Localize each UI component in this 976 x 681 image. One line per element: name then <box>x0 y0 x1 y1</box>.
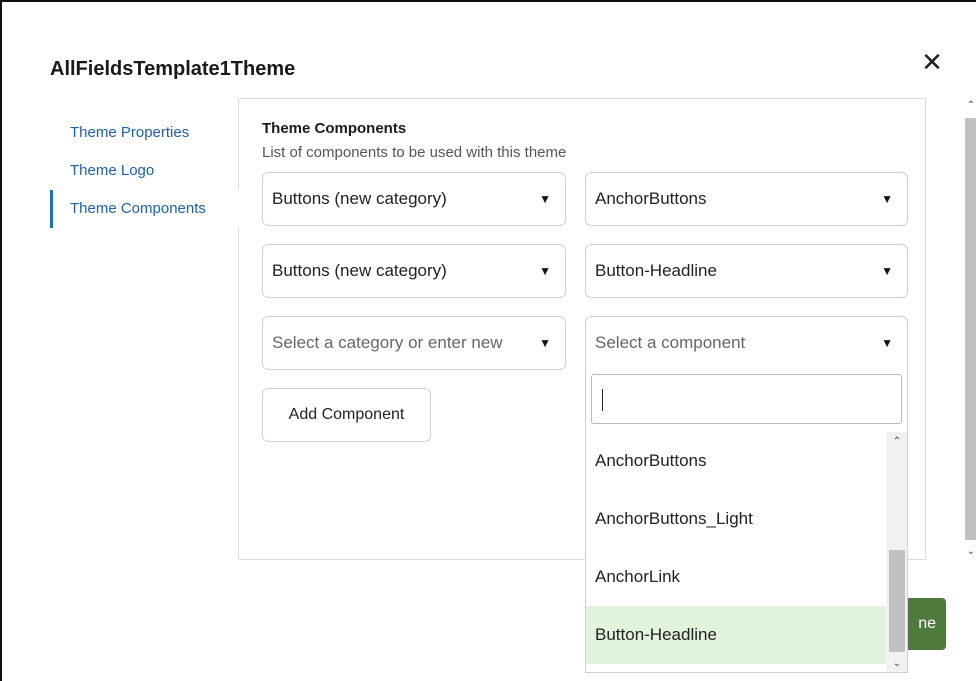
component-select-2-value: Button-Headline <box>595 261 717 280</box>
tab-theme-components[interactable]: Theme Components <box>50 190 240 228</box>
close-icon[interactable]: ✕ <box>918 48 946 76</box>
category-select-2[interactable]: Buttons (new category) ▼ <box>262 244 566 298</box>
dialog: AllFieldsTemplate1Theme ✕ Theme Properti… <box>0 0 976 681</box>
component-select-1[interactable]: AnchorButtons ▼ <box>585 172 908 226</box>
component-select-3-placeholder: Select a component <box>595 333 746 352</box>
scrollbar-thumb[interactable] <box>889 550 905 652</box>
component-dropdown: AnchorButtons AnchorButtons_Light Anchor… <box>585 368 908 673</box>
dropdown-option-anchorbuttons[interactable]: AnchorButtons <box>586 432 886 490</box>
dropdown-scrollbar[interactable]: ⌃ ⌄ <box>887 432 907 672</box>
category-select-3[interactable]: Select a category or enter new ▼ <box>262 316 566 370</box>
dropdown-option-anchorlink[interactable]: AnchorLink <box>586 548 886 606</box>
scroll-up-icon[interactable]: ⌃ <box>887 434 907 450</box>
component-select-2[interactable]: Button-Headline ▼ <box>585 244 908 298</box>
tab-theme-logo[interactable]: Theme Logo <box>50 152 238 190</box>
dropdown-search-input[interactable] <box>591 374 902 424</box>
dropdown-option-anchorbuttons-light[interactable]: AnchorButtons_Light <box>586 490 886 548</box>
page-scrollbar[interactable]: ⌃ ⌄ <box>962 98 976 560</box>
category-select-2-value: Buttons (new category) <box>272 261 447 280</box>
text-cursor <box>602 389 603 411</box>
chevron-down-icon: ▼ <box>539 336 551 350</box>
scroll-down-icon[interactable]: ⌄ <box>887 656 907 672</box>
dropdown-options: AnchorButtons AnchorButtons_Light Anchor… <box>586 432 886 664</box>
scrollbar-thumb[interactable] <box>965 118 976 540</box>
chevron-down-icon: ▼ <box>539 192 551 206</box>
dialog-title: AllFieldsTemplate1Theme <box>50 58 296 80</box>
category-select-3-placeholder: Select a category or enter new <box>272 333 503 352</box>
add-component-button[interactable]: Add Component <box>262 388 431 442</box>
component-select-3[interactable]: Select a component ▼ <box>585 316 908 370</box>
chevron-down-icon: ▼ <box>881 264 893 278</box>
component-select-1-value: AnchorButtons <box>595 189 707 208</box>
section-subtitle: List of components to be used with this … <box>262 144 567 161</box>
category-select-1-value: Buttons (new category) <box>272 189 447 208</box>
scroll-down-icon[interactable]: ⌄ <box>964 544 976 560</box>
chevron-down-icon: ▼ <box>881 336 893 350</box>
tab-theme-properties[interactable]: Theme Properties <box>50 114 238 152</box>
tab-list: Theme Properties Theme Logo Theme Compon… <box>50 114 240 228</box>
category-select-1[interactable]: Buttons (new category) ▼ <box>262 172 566 226</box>
chevron-down-icon: ▼ <box>881 192 893 206</box>
dropdown-option-button-headline[interactable]: Button-Headline <box>586 606 886 664</box>
scroll-up-icon[interactable]: ⌃ <box>964 98 976 114</box>
section-title: Theme Components <box>262 120 407 137</box>
chevron-down-icon: ▼ <box>539 264 551 278</box>
